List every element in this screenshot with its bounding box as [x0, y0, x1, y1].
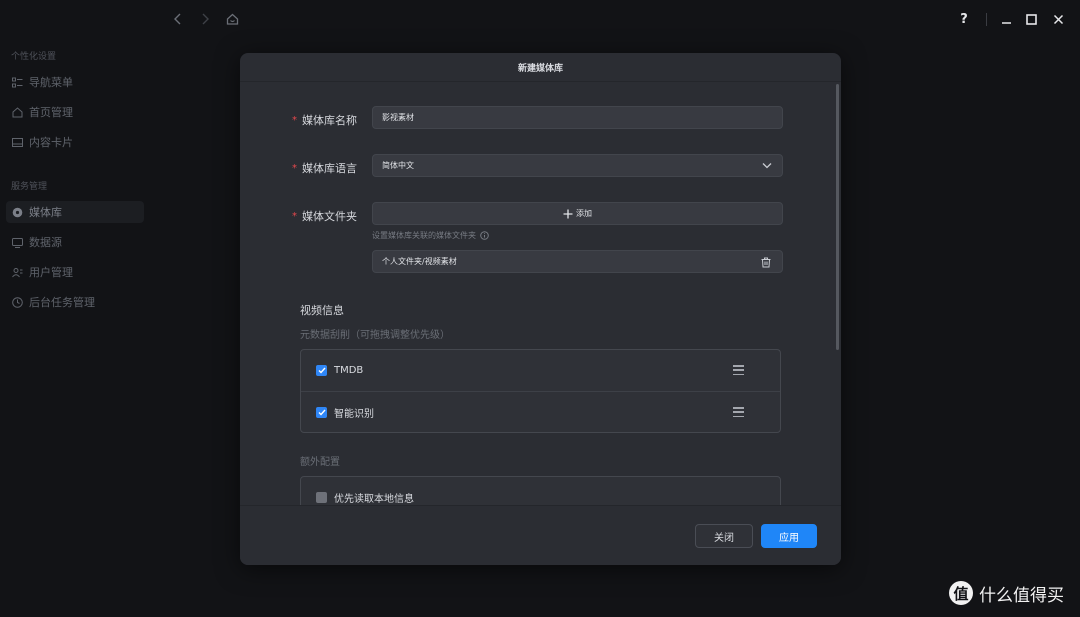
folder-hint-text: 设置媒体库关联的媒体文件夹: [372, 231, 476, 240]
maximize-icon: [1025, 13, 1037, 25]
list-item[interactable]: 智能识别: [301, 391, 780, 432]
home-icon: [12, 106, 23, 118]
users-icon: [12, 267, 23, 278]
extra-config-list: 优先读取本地信息: [300, 476, 781, 505]
apply-button[interactable]: 应用: [761, 524, 817, 548]
trash-icon[interactable]: [761, 257, 771, 268]
sidebar-item-background-tasks[interactable]: 后台任务管理: [6, 291, 144, 313]
checkbox-smart-recognition[interactable]: [316, 406, 327, 418]
clock-icon: [12, 296, 23, 308]
sidebar-item-label: 媒体库: [29, 206, 62, 219]
minimize-button[interactable]: [996, 9, 1016, 29]
sidebar-item-home-manage[interactable]: 首页管理: [6, 101, 144, 123]
sidebar-item-label: 内容卡片: [29, 136, 73, 149]
folder-path-item: 个人文件夹/视频素材: [372, 250, 783, 273]
folder-label-text: 媒体文件夹: [302, 210, 357, 223]
card-icon: [12, 137, 23, 148]
scraper-list: TMDB 智能识别: [300, 349, 781, 433]
home-button[interactable]: [223, 10, 241, 28]
drag-handle-icon[interactable]: [733, 407, 744, 417]
checkbox-prefer-local-info[interactable]: [316, 492, 327, 503]
sidebar-item-datasource[interactable]: 数据源: [6, 231, 144, 253]
chevron-right-icon: [202, 13, 209, 25]
add-folder-label: 添加: [576, 209, 592, 218]
language-label-text: 媒体库语言: [302, 162, 357, 175]
check-icon: [318, 409, 326, 416]
checkbox-tmdb[interactable]: [316, 365, 327, 376]
close-button[interactable]: 关闭: [695, 524, 753, 548]
sidebar: 个性化设置 导航菜单 首页管理 内容卡片 服务管理 媒体库 数据源 用户管理 后…: [0, 38, 150, 617]
required-mark: *: [292, 210, 297, 222]
plus-icon: [563, 209, 573, 218]
sidebar-item-users[interactable]: 用户管理: [6, 261, 144, 283]
watermark-logo: 值: [949, 581, 973, 605]
add-folder-button[interactable]: 添加: [372, 202, 783, 225]
required-mark: *: [292, 114, 297, 126]
watermark-text: 什么值得买: [979, 585, 1064, 606]
extra-option-label: 优先读取本地信息: [334, 494, 414, 505]
watermark: 值 什么值得买: [949, 578, 1064, 608]
name-input[interactable]: 影视素材: [372, 106, 783, 129]
forward-button[interactable]: [196, 10, 214, 28]
language-select-value: 简体中文: [382, 161, 414, 170]
video-info-title: 视频信息: [300, 304, 344, 317]
title-bar: ?: [0, 0, 1080, 38]
language-select[interactable]: 简体中文: [372, 154, 783, 177]
sidebar-item-content-cards[interactable]: 内容卡片: [6, 131, 144, 153]
metadata-title: 元数据刮削（可拖拽调整优先级）: [300, 330, 450, 341]
divider: [986, 13, 987, 26]
folder-hint: 设置媒体库关联的媒体文件夹: [372, 230, 489, 241]
dialog-footer: 关闭 应用: [240, 505, 841, 565]
chevron-down-icon: [762, 163, 772, 169]
list-item[interactable]: 优先读取本地信息: [301, 477, 780, 505]
maximize-button[interactable]: [1021, 9, 1041, 29]
help-button[interactable]: ?: [954, 9, 974, 29]
scraper-label: TMDB: [334, 365, 364, 376]
dialog-body[interactable]: * 媒体库名称 影视素材 * 媒体库语言 简体中文 * 媒体文件夹 添加 设置媒…: [240, 82, 841, 505]
menu-icon: [12, 77, 23, 88]
sidebar-item-nav-menu[interactable]: 导航菜单: [6, 71, 144, 93]
name-label: * 媒体库名称: [292, 112, 357, 128]
datasource-icon: [12, 237, 23, 248]
sidebar-item-label: 后台任务管理: [29, 296, 95, 309]
close-window-button[interactable]: [1048, 9, 1068, 29]
folder-path-value: 个人文件夹/视频素材: [382, 257, 457, 266]
sidebar-item-label: 用户管理: [29, 266, 73, 279]
close-icon: [1053, 14, 1063, 24]
new-media-library-dialog: 新建媒体库 * 媒体库名称 影视素材 * 媒体库语言 简体中文 * 媒体文件夹 …: [240, 53, 841, 565]
info-icon[interactable]: [480, 231, 489, 240]
dialog-title: 新建媒体库: [240, 53, 841, 82]
media-library-icon: [12, 207, 23, 218]
list-item[interactable]: TMDB: [301, 350, 780, 391]
sidebar-item-label: 导航菜单: [29, 76, 73, 89]
sidebar-item-label: 首页管理: [29, 106, 73, 119]
check-icon: [318, 367, 326, 374]
name-input-value: 影视素材: [382, 113, 414, 122]
sidebar-item-media-library[interactable]: 媒体库: [6, 201, 144, 223]
back-button[interactable]: [169, 10, 187, 28]
scraper-label: 智能识别: [334, 408, 374, 420]
extra-config-title: 额外配置: [300, 457, 340, 468]
name-label-text: 媒体库名称: [302, 114, 357, 127]
sidebar-section-services: 服务管理: [11, 182, 48, 192]
sidebar-section-personalization: 个性化设置: [11, 52, 57, 62]
minimize-icon: [1001, 21, 1011, 24]
folder-label: * 媒体文件夹: [292, 208, 357, 224]
chevron-left-icon: [174, 13, 181, 25]
dialog-scrollbar[interactable]: [835, 82, 841, 505]
sidebar-item-label: 数据源: [29, 236, 62, 249]
home-icon: [226, 13, 238, 25]
language-label: * 媒体库语言: [292, 160, 357, 176]
scrollbar-thumb[interactable]: [836, 84, 839, 350]
drag-handle-icon[interactable]: [733, 365, 744, 375]
required-mark: *: [292, 162, 297, 174]
